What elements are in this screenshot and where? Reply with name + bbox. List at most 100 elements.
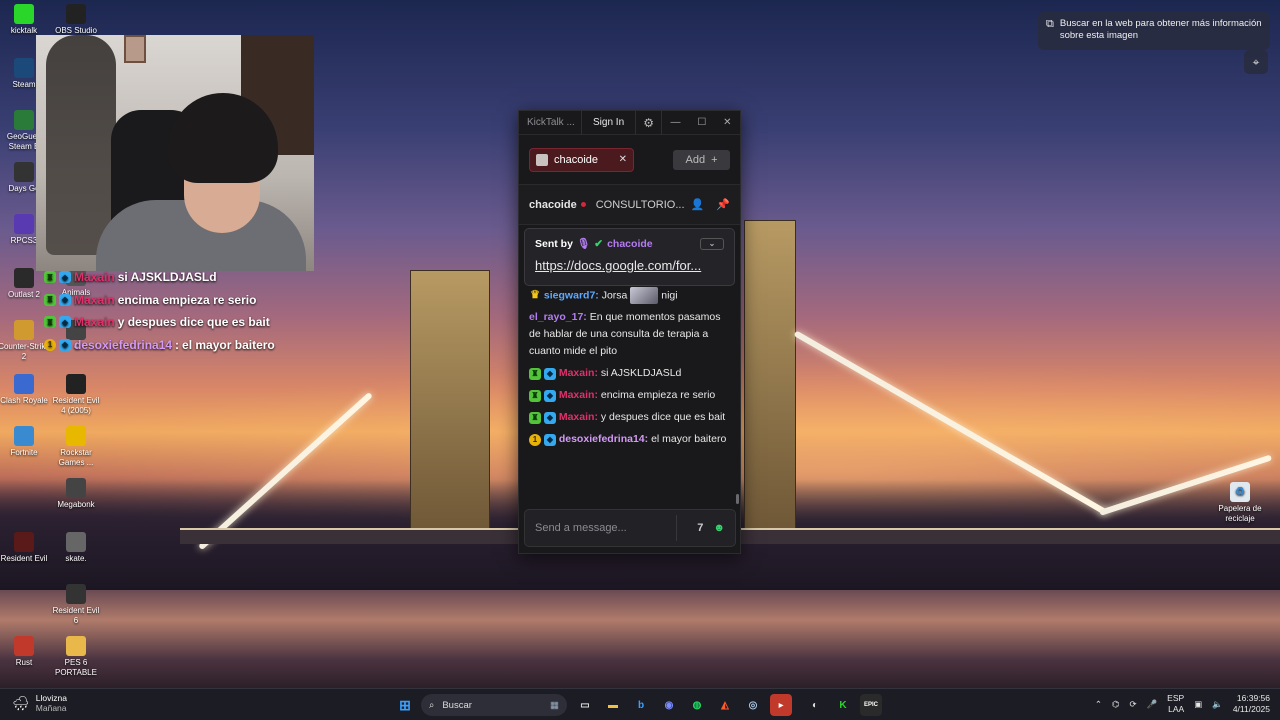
desktop-icon[interactable]: PES 6 PORTABLE (50, 636, 102, 678)
desktop-icon[interactable]: Megabonk (50, 478, 102, 510)
lens-search-popup[interactable]: ⧉ Buscar en la web para obtener más info… (1038, 12, 1270, 50)
language-indicator[interactable]: ESP LAA (1167, 693, 1184, 715)
discord-icon[interactable]: ◉ (658, 694, 680, 716)
chevron-down-icon[interactable]: ⌄ (700, 237, 724, 250)
channel-name[interactable]: chacoide (529, 199, 577, 211)
bing-icon[interactable]: b (630, 694, 652, 716)
desktop-icon[interactable]: Rust (0, 636, 50, 668)
obs-icon[interactable]: ◐ (804, 694, 826, 716)
pin-icon[interactable]: 📌 (716, 198, 730, 211)
fortnite-icon (14, 426, 34, 446)
desktop-icon-label: Rust (15, 658, 33, 667)
steam-icon (14, 58, 34, 78)
brave-icon[interactable]: ◭ (714, 694, 736, 716)
chat-scrollbar[interactable] (736, 494, 739, 504)
skate-icon (66, 532, 86, 552)
chat-username[interactable]: Maxain: (559, 367, 598, 379)
file-explorer-icon[interactable]: ▬ (602, 694, 624, 716)
gift-badge-icon: ◆ (59, 338, 71, 351)
desktop-icon[interactable]: OBS Studio (50, 4, 102, 36)
chat-text: nigi (661, 289, 678, 302)
desktop-icon[interactable]: Resident Evil (0, 532, 50, 564)
task-view-icon[interactable]: ▭ (574, 694, 596, 716)
desktop-icon[interactable]: Resident Evil 4 (2005) (50, 374, 102, 416)
desktop-icon-label: Clash Royale (0, 396, 48, 405)
message-input[interactable]: Send a message... (535, 522, 676, 534)
stream-title: CONSULTORIO... (595, 198, 684, 211)
recycle-bin[interactable]: ♻ Papelera de reciclaje (1214, 482, 1266, 524)
pinned-link[interactable]: https://docs.google.com/for... (535, 258, 724, 273)
display-icon[interactable]: ▣ (1194, 699, 1202, 710)
desktop-icon[interactable]: Clash Royale (0, 374, 50, 406)
overlay-chat-text: el mayor baitero (182, 337, 275, 352)
recycle-bin-icon: ♻ (1230, 482, 1250, 502)
lang-bottom: LAA (1168, 704, 1185, 714)
kick-icon (14, 4, 34, 24)
chat-message: el_rayo_17: En que momentos pasamos de h… (529, 309, 729, 360)
settings-gear-icon[interactable]: ⚙ (636, 110, 663, 135)
desktop-icon-label: Rockstar Games ... (58, 448, 94, 467)
message-input-bar[interactable]: Send a message... 7 ☻ (524, 509, 736, 547)
crown-badge-icon: ♛ (530, 289, 540, 302)
epic-games-icon[interactable]: EPIC (860, 694, 882, 716)
chevron-up-icon[interactable]: ⌃ (1095, 699, 1102, 710)
search-highlight-icon: ▦ (550, 699, 559, 711)
tab-chacoide[interactable]: chacoide ✕ (529, 147, 634, 172)
sign-in-button[interactable]: Sign In (581, 110, 637, 135)
weather-widget[interactable]: 🌧 Llovizna Mañana (12, 693, 67, 713)
user-icon[interactable]: 👤 (691, 198, 705, 211)
desktop-icon[interactable]: Outlast 2 (0, 268, 50, 300)
desktop-icon[interactable]: skate. (50, 532, 102, 564)
kick-icon[interactable]: K (832, 694, 854, 716)
windows-start-icon[interactable]: ⊞ (394, 694, 416, 716)
overlay-chat-user: Maxain (74, 315, 115, 330)
seventv-icon[interactable]: 7 (697, 522, 703, 534)
steam-icon[interactable]: ◎ (742, 694, 764, 716)
sync-icon[interactable]: ⟳ (1129, 699, 1136, 710)
desktop-icon[interactable]: Resident Evil 6 (50, 584, 102, 626)
chat-text: y despues dice que es bait (600, 411, 726, 424)
clock-date: 4/11/2025 (1232, 704, 1270, 714)
emote-image (630, 287, 659, 304)
taskbar-search[interactable]: ⌕ Buscar ▦ (421, 694, 567, 716)
search-input[interactable]: Buscar (442, 700, 542, 711)
cs2-icon (14, 320, 34, 340)
kicktalk-titlebar[interactable]: KickTalk ... Sign In ⚙ — ☐ ✕ (519, 110, 740, 135)
kick-emote-icon[interactable]: ☻ (713, 522, 725, 534)
mic-icon[interactable]: 🎤 (1147, 699, 1158, 710)
lens-capture-icon[interactable]: ⌖ (1244, 50, 1268, 74)
chat-username[interactable]: Maxain: (559, 389, 598, 401)
desktop-icon-label: PES 6 PORTABLE (55, 658, 97, 677)
desktop-icon-label: Days Go (8, 184, 40, 193)
desktop-icon[interactable]: Fortnite (0, 426, 50, 458)
webcam-overlay (36, 35, 314, 271)
close-icon[interactable]: ✕ (723, 117, 731, 128)
taskbar: 🌧 Llovizna Mañana ⊞ ▭ ▬ b ◉ ◍ ◭ ◎ ▶ ◐ K … (0, 688, 1280, 720)
desktop-icon[interactable]: Counter-Strike 2 (0, 320, 50, 362)
chat-message: ♜ ◆ Maxain: si AJSKLDJASLd (529, 365, 729, 382)
chat-username[interactable]: Maxain: (559, 411, 598, 423)
network-icon[interactable]: ⌬ (1112, 699, 1119, 710)
desktop-icon-label: RPCS3 (10, 236, 38, 245)
clock[interactable]: 16:39:56 4/11/2025 (1233, 693, 1270, 715)
maximize-icon[interactable]: ☐ (697, 117, 706, 128)
close-tab-icon[interactable]: ✕ (619, 154, 627, 165)
spotify-icon[interactable]: ◍ (686, 694, 708, 716)
desktop-icon[interactable]: kicktalk (0, 4, 50, 36)
volume-icon[interactable]: 🔈 (1212, 699, 1223, 710)
chat-username[interactable]: siegward7: (544, 289, 599, 301)
movie-maker-icon[interactable]: ▶ (770, 694, 792, 716)
desktop-icon[interactable]: Rockstar Games ... (50, 426, 102, 468)
chat-username[interactable]: el_rayo_17: (529, 311, 587, 323)
one-month-badge-icon: 1 (529, 433, 541, 446)
game-icon (14, 532, 34, 552)
add-channel-button[interactable]: Add + (673, 149, 730, 170)
minimize-icon[interactable]: — (671, 117, 681, 128)
desktop-icon-label: kicktalk (10, 26, 38, 35)
kicktalk-window[interactable]: KickTalk ... Sign In ⚙ — ☐ ✕ chacoide ✕ … (518, 110, 741, 554)
desktop-icon-label: OBS Studio (55, 26, 97, 35)
chat-username[interactable]: desoxiefedrina14: (559, 433, 648, 445)
pinned-user[interactable]: chacoide (607, 238, 653, 250)
rain-cloud-icon: 🌧 (12, 695, 30, 711)
desktop-icon-label: Resident Evil (0, 554, 48, 563)
